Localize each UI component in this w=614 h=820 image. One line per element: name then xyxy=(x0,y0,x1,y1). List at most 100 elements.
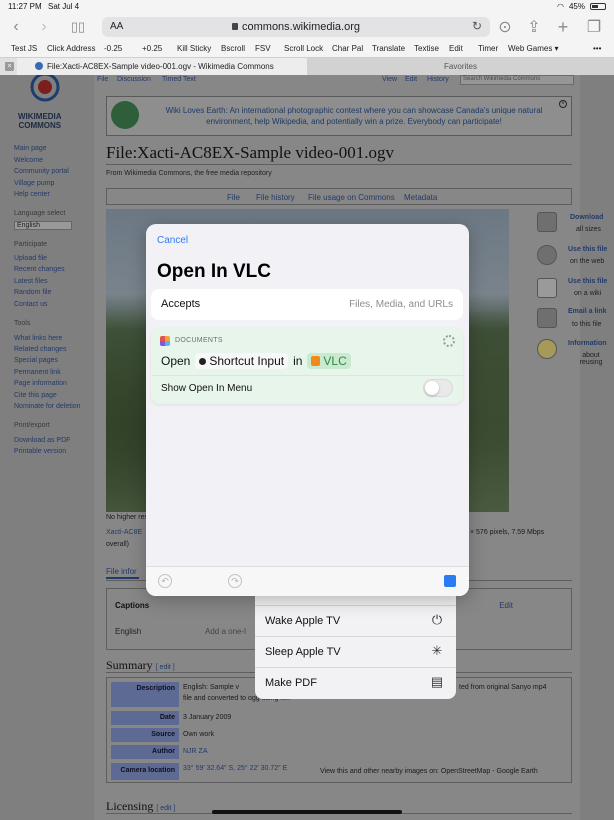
bookmark-item[interactable]: Scroll Lock xyxy=(284,44,323,53)
captions-edit-link[interactable]: Edit xyxy=(499,601,513,610)
sidebar-link[interactable]: Printable version xyxy=(14,448,66,455)
tab-edit[interactable]: Edit xyxy=(405,76,417,83)
redo-icon[interactable]: ↷ xyxy=(228,574,242,588)
lightbulb-icon[interactable] xyxy=(537,339,557,359)
back-icon[interactable]: ‹ xyxy=(6,17,26,37)
sidebar-link[interactable]: Welcome xyxy=(14,157,43,164)
licensing-edit-link[interactable]: [ edit ] xyxy=(156,805,175,812)
bookmark-item[interactable]: Kill Sticky xyxy=(177,44,211,53)
home-indicator[interactable] xyxy=(212,810,402,814)
wiki-loves-earth-banner: Wiki Loves Earth: An international photo… xyxy=(106,96,572,136)
sidebar-link[interactable]: Cite this page xyxy=(14,392,57,399)
sidebar-link[interactable]: Related changes xyxy=(14,346,67,353)
bookmark-item[interactable]: Char Pal xyxy=(332,44,363,53)
sidebar-link[interactable]: Recent changes xyxy=(14,266,65,273)
coordinates-link[interactable]: 33° 59′ 32.64″ S, 25° 22′ 30.72″ E xyxy=(183,765,287,772)
forward-icon[interactable]: › xyxy=(34,17,54,37)
sidebar-link[interactable]: Village pump xyxy=(14,180,54,187)
shortcut-title[interactable]: Open In VLC xyxy=(157,261,271,283)
undo-icon[interactable]: ↶ xyxy=(158,574,172,588)
bookmark-item[interactable]: Bscroll xyxy=(221,44,245,53)
download-link[interactable]: Download xyxy=(570,214,603,221)
sidebar-link[interactable]: Main page xyxy=(14,145,47,152)
tabs-overview-icon[interactable]: ❐ xyxy=(584,17,604,37)
info-link[interactable]: Information xyxy=(568,340,607,347)
open-in-action-card[interactable]: DOCUMENTS Open Shortcut Input in VLC Sho… xyxy=(151,328,463,404)
wiki-search-input[interactable]: Search Wikimedia Commons xyxy=(460,75,574,85)
shortcut-input-token[interactable]: Shortcut Input xyxy=(195,353,289,369)
status-right: ◠ 45% xyxy=(557,2,606,11)
file-tab[interactable]: File xyxy=(227,193,240,202)
tab-discussion[interactable]: Discussion xyxy=(117,76,151,83)
wikimedia-favicon-icon xyxy=(35,62,43,70)
show-open-in-menu-toggle[interactable] xyxy=(423,379,453,397)
sidebar-link[interactable]: Random file xyxy=(14,289,51,296)
bookmark-item[interactable]: Test JS xyxy=(11,44,37,53)
summary-edit-link[interactable]: [ edit ] xyxy=(156,664,175,671)
sidebar-link[interactable]: Nominate for deletion xyxy=(14,403,81,410)
close-icon[interactable]: × xyxy=(559,100,567,108)
bookmark-item[interactable]: Timer xyxy=(478,44,498,53)
sidebar-link[interactable]: Permanent link xyxy=(14,369,61,376)
bookmark-item[interactable]: Web Games ▾ xyxy=(508,44,559,53)
download-icon[interactable] xyxy=(537,212,557,232)
tab-view[interactable]: View xyxy=(382,76,397,83)
sidebar-link[interactable]: Special pages xyxy=(14,357,58,364)
banner-text[interactable]: Wiki Loves Earth: An international photo… xyxy=(145,105,563,127)
sidebar-link[interactable]: Contact us xyxy=(14,301,47,308)
more-bookmarks-icon[interactable]: ••• xyxy=(593,44,601,53)
shortcuts-action-list: Wake Apple TV ⏻ Sleep Apple TV ✳ Make PD… xyxy=(255,594,456,699)
close-tab-icon[interactable]: × xyxy=(5,62,14,71)
wikipedia-icon[interactable] xyxy=(537,278,557,298)
tab-history[interactable]: History xyxy=(427,76,449,83)
globe-icon[interactable] xyxy=(537,245,557,265)
sidebar-link[interactable]: Community portal xyxy=(14,168,69,175)
bookmark-item[interactable]: Edit xyxy=(449,44,463,53)
author-link[interactable]: NJR ZA xyxy=(183,748,208,755)
sidebar-link[interactable]: Page information xyxy=(14,380,67,387)
sidebar-link[interactable]: Download as PDF xyxy=(14,437,70,444)
use-web-link[interactable]: Use this file xyxy=(568,246,607,253)
action-label: Make PDF xyxy=(265,677,317,689)
new-tab-icon[interactable]: + xyxy=(553,17,573,37)
bookmark-item[interactable]: Textise xyxy=(414,44,439,53)
tab-favorites[interactable]: Favorites xyxy=(307,58,614,76)
sidebar-link[interactable]: Latest files xyxy=(14,278,47,285)
sidebar-link[interactable]: Help center xyxy=(14,191,50,198)
address-bar[interactable]: AA commons.wikimedia.org ↻ xyxy=(102,17,490,37)
tab-timed-text[interactable]: Timed Text xyxy=(162,76,196,83)
power-icon: ⏻ xyxy=(431,612,443,627)
bookmarks-icon[interactable]: ▯▯ xyxy=(68,17,88,37)
tab-file[interactable]: File xyxy=(97,76,108,83)
tab-active[interactable]: File:Xacti-AC8EX-Sample video-001.ogv - … xyxy=(17,58,307,76)
language-select[interactable]: English xyxy=(14,221,72,230)
use-wiki-link[interactable]: Use this file xyxy=(568,278,607,285)
reload-icon[interactable]: ↻ xyxy=(472,19,482,33)
sidebar-link[interactable]: Upload file xyxy=(14,255,47,262)
cancel-button[interactable]: Cancel xyxy=(157,235,188,246)
bookmark-item[interactable]: FSV xyxy=(255,44,271,53)
bookmark-item[interactable]: +0.25 xyxy=(142,44,162,53)
bookmark-item[interactable]: Click Address xyxy=(47,44,95,53)
file-information-tab[interactable]: File infor xyxy=(106,567,139,579)
accepts-row[interactable]: Accepts Files, Media, and URLs xyxy=(151,289,463,320)
bookmark-item[interactable]: -0.25 xyxy=(104,44,122,53)
vlc-icon xyxy=(311,356,321,366)
email-link[interactable]: Email a link xyxy=(568,308,607,315)
file-link[interactable]: Xacti-AC8E xyxy=(106,529,142,536)
document-icon: ▤ xyxy=(430,674,444,689)
action-row-make-pdf[interactable]: Make PDF ▤ xyxy=(255,667,456,698)
run-stop-button[interactable] xyxy=(444,575,456,587)
sidebar-link[interactable]: What links here xyxy=(14,335,62,342)
download-icon[interactable]: ⊙ xyxy=(495,17,515,37)
file-tab[interactable]: File usage on Commons xyxy=(308,193,395,202)
app-token[interactable]: VLC xyxy=(307,353,351,369)
action-row-wake-apple-tv[interactable]: Wake Apple TV ⏻ xyxy=(255,605,456,636)
action-row-sleep-apple-tv[interactable]: Sleep Apple TV ✳ xyxy=(255,636,456,667)
captions-add-field[interactable]: Add a one-l xyxy=(205,627,246,636)
email-icon[interactable] xyxy=(537,308,557,328)
file-tab[interactable]: File history xyxy=(256,193,295,202)
bookmark-item[interactable]: Translate xyxy=(372,44,405,53)
share-icon[interactable]: ⇪ xyxy=(524,17,544,37)
file-tab[interactable]: Metadata xyxy=(404,193,437,202)
